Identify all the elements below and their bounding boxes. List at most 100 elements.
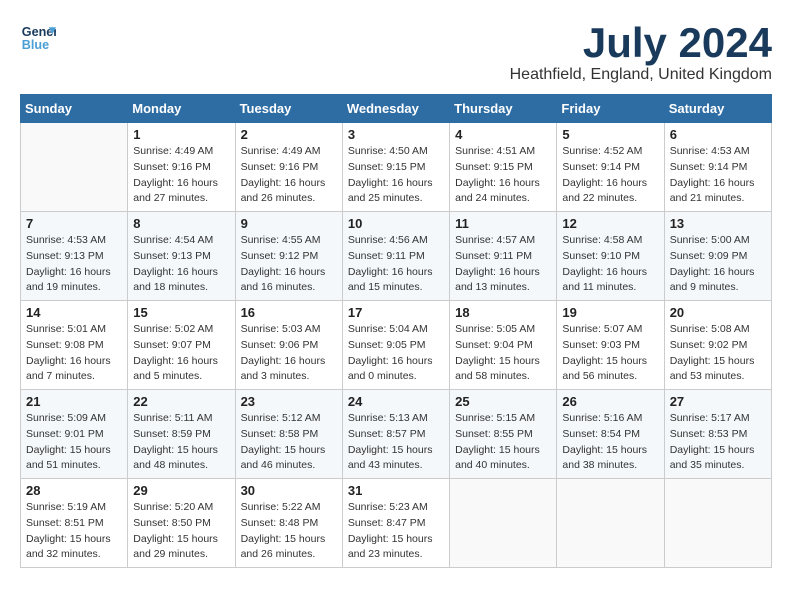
day-info: Sunrise: 5:07 AM Sunset: 9:03 PM Dayligh… [562, 322, 658, 385]
day-number: 23 [241, 394, 337, 409]
calendar-cell: 23 Sunrise: 5:12 AM Sunset: 8:58 PM Dayli… [235, 390, 342, 479]
day-info: Sunrise: 5:22 AM Sunset: 8:48 PM Dayligh… [241, 500, 337, 563]
day-info: Sunrise: 5:13 AM Sunset: 8:57 PM Dayligh… [348, 411, 444, 474]
weekday-header-monday: Monday [128, 95, 235, 123]
calendar-cell: 14 Sunrise: 5:01 AM Sunset: 9:08 PM Dayli… [21, 301, 128, 390]
day-info: Sunrise: 5:15 AM Sunset: 8:55 PM Dayligh… [455, 411, 551, 474]
calendar-cell: 15Sunrise: 5:02 AM Sunset: 9:07 PM Dayli… [128, 301, 235, 390]
weekday-header-sunday: Sunday [21, 95, 128, 123]
week-row-4: 21 Sunrise: 5:09 AM Sunset: 9:01 PM Dayli… [21, 390, 772, 479]
calendar-cell: 1Sunrise: 4:49 AM Sunset: 9:16 PM Daylig… [128, 123, 235, 212]
day-info: Sunrise: 4:49 AM Sunset: 9:16 PM Dayligh… [241, 144, 337, 207]
logo-icon: General Blue [20, 20, 56, 56]
calendar-cell: 5Sunrise: 4:52 AM Sunset: 9:14 PM Daylig… [557, 123, 664, 212]
calendar-cell: 20 Sunrise: 5:08 AM Sunset: 9:02 PM Dayli… [664, 301, 771, 390]
day-info: Sunrise: 4:56 AM Sunset: 9:11 PM Dayligh… [348, 233, 444, 296]
day-number: 12 [562, 216, 658, 231]
day-info: Sunrise: 4:55 AM Sunset: 9:12 PM Dayligh… [241, 233, 337, 296]
calendar-cell: 16 Sunrise: 5:03 AM Sunset: 9:06 PM Dayli… [235, 301, 342, 390]
calendar-cell: 9 Sunrise: 4:55 AM Sunset: 9:12 PM Daylig… [235, 212, 342, 301]
day-number: 16 [241, 305, 337, 320]
day-info: Sunrise: 5:02 AM Sunset: 9:07 PM Dayligh… [133, 322, 229, 385]
day-info: Sunrise: 4:53 AM Sunset: 9:13 PM Dayligh… [26, 233, 122, 296]
day-number: 13 [670, 216, 766, 231]
day-info: Sunrise: 4:49 AM Sunset: 9:16 PM Dayligh… [133, 144, 229, 207]
weekday-header-thursday: Thursday [450, 95, 557, 123]
calendar-cell: 8 Sunrise: 4:54 AM Sunset: 9:13 PM Daylig… [128, 212, 235, 301]
day-info: Sunrise: 5:12 AM Sunset: 8:58 PM Dayligh… [241, 411, 337, 474]
day-number: 28 [26, 483, 122, 498]
calendar-cell: 22 Sunrise: 5:11 AM Sunset: 8:59 PM Dayli… [128, 390, 235, 479]
day-number: 14 [26, 305, 122, 320]
day-number: 20 [670, 305, 766, 320]
day-number: 27 [670, 394, 766, 409]
calendar-cell: 17 Sunrise: 5:04 AM Sunset: 9:05 PM Dayli… [342, 301, 449, 390]
day-number: 19 [562, 305, 658, 320]
day-info: Sunrise: 5:17 AM Sunset: 8:53 PM Dayligh… [670, 411, 766, 474]
calendar-cell: 18 Sunrise: 5:05 AM Sunset: 9:04 PM Dayli… [450, 301, 557, 390]
location: Heathfield, England, United Kingdom [510, 66, 772, 84]
day-info: Sunrise: 5:03 AM Sunset: 9:06 PM Dayligh… [241, 322, 337, 385]
day-info: Sunrise: 5:23 AM Sunset: 8:47 PM Dayligh… [348, 500, 444, 563]
weekday-header-wednesday: Wednesday [342, 95, 449, 123]
day-number: 8 [133, 216, 229, 231]
day-number: 4 [455, 127, 551, 142]
day-number: 25 [455, 394, 551, 409]
day-info: Sunrise: 4:50 AM Sunset: 9:15 PM Dayligh… [348, 144, 444, 207]
day-number: 9 [241, 216, 337, 231]
week-row-5: 28 Sunrise: 5:19 AM Sunset: 8:51 PM Dayli… [21, 479, 772, 568]
day-number: 10 [348, 216, 444, 231]
weekday-header-saturday: Saturday [664, 95, 771, 123]
day-info: Sunrise: 5:01 AM Sunset: 9:08 PM Dayligh… [26, 322, 122, 385]
week-row-2: 7 Sunrise: 4:53 AM Sunset: 9:13 PM Daylig… [21, 212, 772, 301]
calendar-cell: 4Sunrise: 4:51 AM Sunset: 9:15 PM Daylig… [450, 123, 557, 212]
calendar-cell: 3Sunrise: 4:50 AM Sunset: 9:15 PM Daylig… [342, 123, 449, 212]
calendar-cell: 25 Sunrise: 5:15 AM Sunset: 8:55 PM Dayli… [450, 390, 557, 479]
calendar-cell [450, 479, 557, 568]
day-number: 18 [455, 305, 551, 320]
svg-text:Blue: Blue [22, 38, 49, 52]
day-number: 31 [348, 483, 444, 498]
day-number: 30 [241, 483, 337, 498]
day-info: Sunrise: 5:20 AM Sunset: 8:50 PM Dayligh… [133, 500, 229, 563]
day-info: Sunrise: 5:08 AM Sunset: 9:02 PM Dayligh… [670, 322, 766, 385]
calendar-cell: 10 Sunrise: 4:56 AM Sunset: 9:11 PM Dayli… [342, 212, 449, 301]
calendar-cell: 29Sunrise: 5:20 AM Sunset: 8:50 PM Dayli… [128, 479, 235, 568]
calendar-cell [664, 479, 771, 568]
header: General Blue July 2024 Heathfield, Engla… [20, 20, 772, 84]
calendar-cell [21, 123, 128, 212]
day-info: Sunrise: 4:57 AM Sunset: 9:11 PM Dayligh… [455, 233, 551, 296]
day-number: 21 [26, 394, 122, 409]
day-info: Sunrise: 5:09 AM Sunset: 9:01 PM Dayligh… [26, 411, 122, 474]
calendar-cell: 7 Sunrise: 4:53 AM Sunset: 9:13 PM Daylig… [21, 212, 128, 301]
calendar-cell: 12 Sunrise: 4:58 AM Sunset: 9:10 PM Dayli… [557, 212, 664, 301]
calendar-cell: 19 Sunrise: 5:07 AM Sunset: 9:03 PM Dayli… [557, 301, 664, 390]
calendar-cell: 28 Sunrise: 5:19 AM Sunset: 8:51 PM Dayli… [21, 479, 128, 568]
calendar-cell: 13 Sunrise: 5:00 AM Sunset: 9:09 PM Dayli… [664, 212, 771, 301]
calendar-cell [557, 479, 664, 568]
week-row-3: 14 Sunrise: 5:01 AM Sunset: 9:08 PM Dayli… [21, 301, 772, 390]
day-info: Sunrise: 4:53 AM Sunset: 9:14 PM Dayligh… [670, 144, 766, 207]
day-info: Sunrise: 4:58 AM Sunset: 9:10 PM Dayligh… [562, 233, 658, 296]
weekday-header-row: SundayMondayTuesdayWednesdayThursdayFrid… [21, 95, 772, 123]
day-info: Sunrise: 4:54 AM Sunset: 9:13 PM Dayligh… [133, 233, 229, 296]
day-number: 24 [348, 394, 444, 409]
day-info: Sunrise: 5:11 AM Sunset: 8:59 PM Dayligh… [133, 411, 229, 474]
calendar-cell: 11 Sunrise: 4:57 AM Sunset: 9:11 PM Dayli… [450, 212, 557, 301]
day-number: 22 [133, 394, 229, 409]
calendar-cell: 24 Sunrise: 5:13 AM Sunset: 8:57 PM Dayli… [342, 390, 449, 479]
day-number: 2 [241, 127, 337, 142]
day-info: Sunrise: 5:04 AM Sunset: 9:05 PM Dayligh… [348, 322, 444, 385]
calendar-cell: 30 Sunrise: 5:22 AM Sunset: 8:48 PM Dayli… [235, 479, 342, 568]
day-number: 7 [26, 216, 122, 231]
day-number: 17 [348, 305, 444, 320]
day-info: Sunrise: 5:19 AM Sunset: 8:51 PM Dayligh… [26, 500, 122, 563]
calendar-cell: 31 Sunrise: 5:23 AM Sunset: 8:47 PM Dayli… [342, 479, 449, 568]
calendar-table: SundayMondayTuesdayWednesdayThursdayFrid… [20, 94, 772, 568]
day-number: 11 [455, 216, 551, 231]
calendar-cell: 27 Sunrise: 5:17 AM Sunset: 8:53 PM Dayli… [664, 390, 771, 479]
day-info: Sunrise: 5:00 AM Sunset: 9:09 PM Dayligh… [670, 233, 766, 296]
calendar-cell: 21 Sunrise: 5:09 AM Sunset: 9:01 PM Dayli… [21, 390, 128, 479]
week-row-1: 1Sunrise: 4:49 AM Sunset: 9:16 PM Daylig… [21, 123, 772, 212]
day-info: Sunrise: 5:05 AM Sunset: 9:04 PM Dayligh… [455, 322, 551, 385]
